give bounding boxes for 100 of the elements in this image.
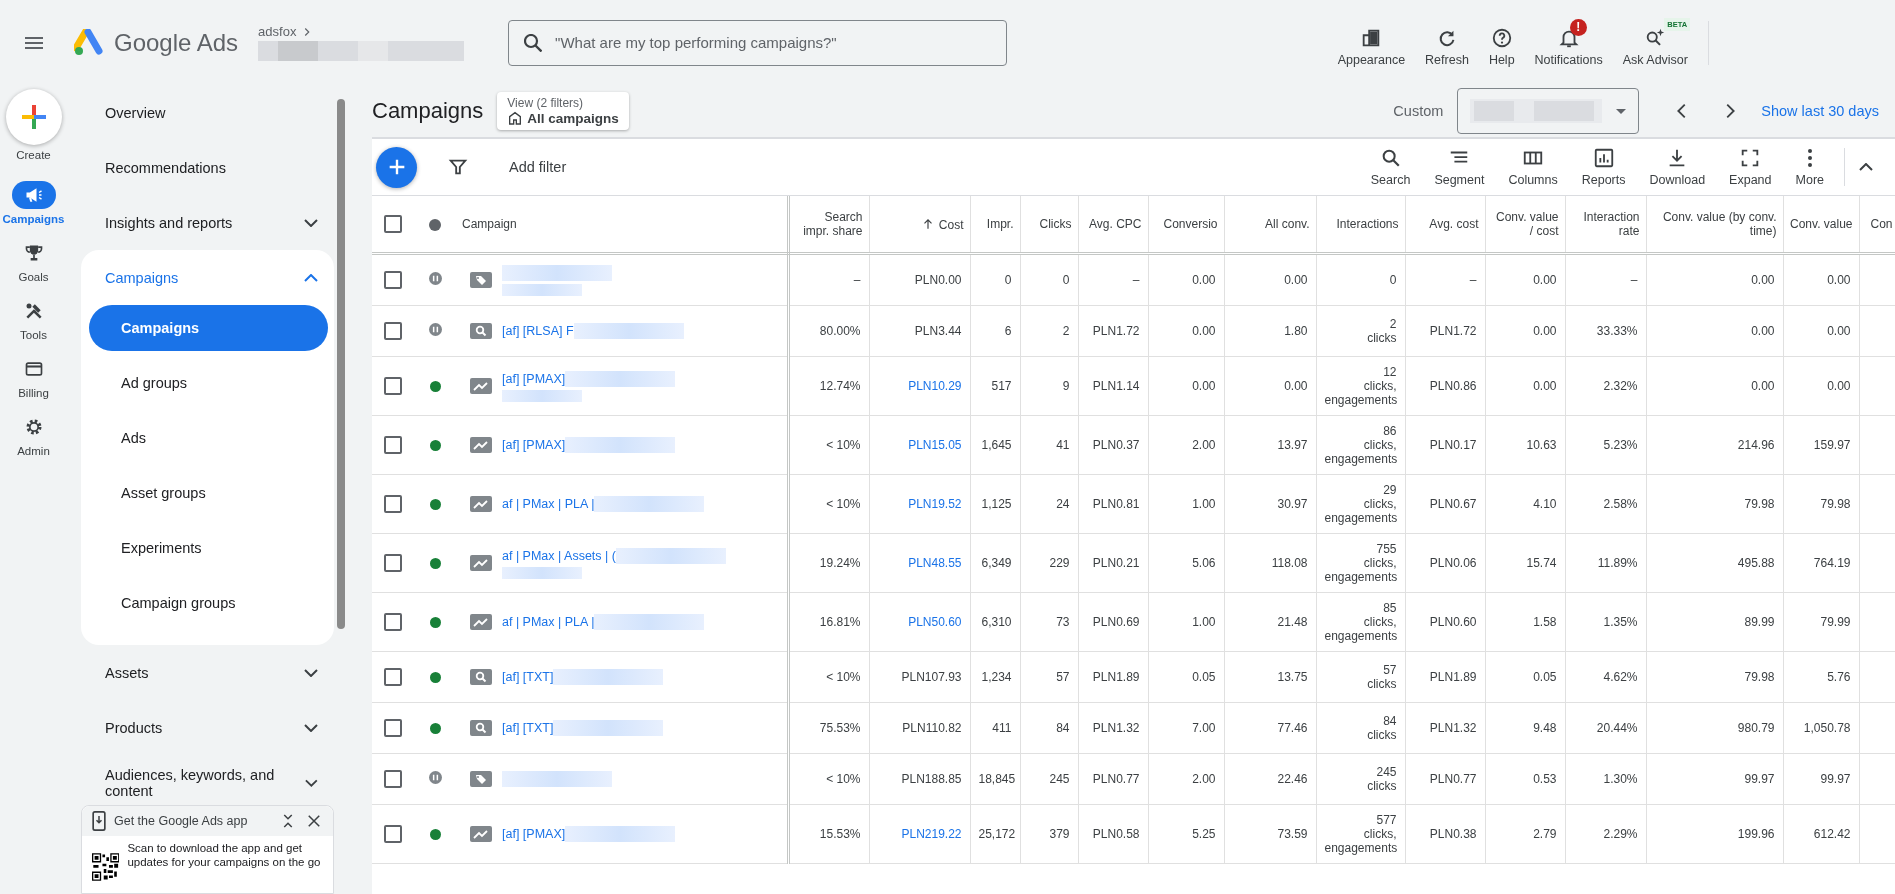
- add-button[interactable]: [376, 146, 417, 188]
- campaign-link[interactable]: [af] [RLSA] F: [502, 324, 574, 338]
- column-header[interactable]: Conv. value: [1783, 196, 1859, 254]
- column-header[interactable]: Con: [1859, 196, 1895, 254]
- rail-item[interactable]: Goals: [11, 239, 56, 283]
- table-cell: 0.53: [1485, 753, 1565, 805]
- table-cell: –: [1078, 253, 1148, 306]
- table-cell: 0.00: [1485, 305, 1565, 357]
- add-filter-field[interactable]: Add filter: [509, 159, 567, 175]
- checkbox[interactable]: [384, 770, 402, 788]
- nav-item[interactable]: Overview: [81, 85, 334, 140]
- cost-link[interactable]: PLN48.55: [869, 533, 970, 593]
- column-header[interactable]: Search impr. share: [788, 196, 869, 254]
- table-cell: PLN0.21: [1078, 533, 1148, 593]
- nav-group[interactable]: Audiences, keywords, and content: [81, 755, 334, 805]
- table-cell: 0.00: [1148, 356, 1224, 416]
- column-header[interactable]: Campaign: [456, 196, 788, 254]
- column-header[interactable]: Avg. cost: [1405, 196, 1485, 254]
- table-cell: 2.32%: [1565, 356, 1646, 416]
- checkbox[interactable]: [384, 825, 402, 843]
- checkbox[interactable]: [384, 613, 402, 631]
- toolbar-button[interactable]: Appearance: [1329, 16, 1414, 69]
- table-cell: 5.06: [1148, 533, 1224, 593]
- column-header[interactable]: Conv. value (by conv. time): [1646, 196, 1783, 254]
- table-cell: –: [1405, 253, 1485, 306]
- table-cell: < 10%: [788, 415, 869, 475]
- cost-link[interactable]: PLN19.52: [869, 474, 970, 534]
- nav-subitem[interactable]: Ad groups: [89, 360, 328, 406]
- chevron-down-icon: [304, 723, 318, 732]
- trend-icon: [470, 555, 492, 571]
- campaign-link[interactable]: af | PMax | PLA |: [502, 615, 595, 629]
- toolbar-button[interactable]: Reports: [1569, 147, 1638, 187]
- nav-group[interactable]: Assets: [81, 645, 334, 700]
- table-cell: 0.00: [1783, 305, 1859, 357]
- checkbox[interactable]: [384, 719, 402, 737]
- checkbox[interactable]: [384, 215, 402, 233]
- column-header[interactable]: Conversio: [1148, 196, 1224, 254]
- cost-link[interactable]: PLN219.22: [869, 804, 970, 864]
- close-icon[interactable]: [305, 812, 323, 830]
- toolbar-button[interactable]: Columns: [1496, 147, 1570, 187]
- table-cell: PLN1.14: [1078, 356, 1148, 416]
- nav-group[interactable]: Products: [81, 700, 334, 755]
- campaign-link[interactable]: [af] [PMAX]: [502, 827, 566, 841]
- view-selector[interactable]: View (2 filters) All campaigns: [497, 92, 629, 130]
- nav-item[interactable]: Recommendations: [81, 140, 334, 195]
- column-header[interactable]: Cost: [869, 196, 970, 254]
- toolbar-button[interactable]: Refresh: [1417, 16, 1477, 69]
- cost-link[interactable]: PLN15.05: [869, 415, 970, 475]
- checkbox[interactable]: [384, 322, 402, 340]
- column-header[interactable]: Conv. value / cost: [1485, 196, 1565, 254]
- table-cell: 16.81%: [788, 592, 869, 652]
- campaign-link[interactable]: [af] [PMAX]: [502, 371, 566, 386]
- trend-icon: [470, 496, 492, 512]
- account-name[interactable]: adsfox: [258, 24, 297, 39]
- column-header[interactable]: All conv.: [1224, 196, 1316, 254]
- collapse-icon[interactable]: [1859, 163, 1873, 171]
- checkbox[interactable]: [384, 554, 402, 572]
- campaign-link[interactable]: af | PMax | PLA |: [502, 497, 595, 511]
- toolbar-button[interactable]: ! Notifications: [1526, 16, 1611, 69]
- checkbox[interactable]: [384, 377, 402, 395]
- cost-link[interactable]: PLN50.60: [869, 592, 970, 652]
- column-header[interactable]: Interaction rate: [1565, 196, 1646, 254]
- column-header[interactable]: Interactions: [1316, 196, 1405, 254]
- rail-item[interactable]: Admin: [11, 413, 56, 457]
- campaign-link[interactable]: [af] [TXT]: [502, 670, 554, 684]
- toolbar-button[interactable]: Segment: [1422, 147, 1497, 187]
- cost-link[interactable]: PLN10.29: [869, 356, 970, 416]
- table-cell: 118.08: [1224, 533, 1316, 593]
- toolbar-button[interactable]: Expand: [1717, 147, 1784, 187]
- campaign-link[interactable]: [af] [TXT]: [502, 721, 554, 735]
- toolbar-button[interactable]: Download: [1637, 147, 1718, 187]
- show-last-30-days-link[interactable]: Show last 30 days: [1761, 103, 1879, 119]
- nav-subitem[interactable]: Campaign groups: [89, 580, 328, 626]
- rail-item[interactable]: Tools: [11, 297, 56, 341]
- table-cell: 99.97: [1783, 753, 1859, 805]
- checkbox[interactable]: [384, 271, 402, 289]
- rail-item[interactable]: Campaigns: [2, 181, 65, 225]
- column-header[interactable]: Avg. CPC: [1078, 196, 1148, 254]
- nav-subitem[interactable]: Ads: [89, 415, 328, 461]
- column-header[interactable]: Impr.: [970, 196, 1020, 254]
- nav-group[interactable]: Campaigns: [81, 250, 334, 305]
- nav-group[interactable]: Insights and reports: [81, 195, 334, 250]
- nav-subitem[interactable]: Asset groups: [89, 470, 328, 516]
- phone-download-icon: [92, 811, 106, 831]
- nav-subitem[interactable]: Experiments: [89, 525, 328, 571]
- checkbox[interactable]: [384, 668, 402, 686]
- toolbar-button[interactable]: More: [1783, 147, 1836, 187]
- date-range-dropdown[interactable]: [1457, 88, 1640, 134]
- search-field[interactable]: "What are my top performing campaigns?": [508, 19, 1008, 66]
- checkbox[interactable]: [384, 436, 402, 454]
- toolbar-button[interactable]: Help: [1480, 16, 1523, 69]
- campaign-link[interactable]: af | PMax | Assets | (: [502, 548, 616, 563]
- table-cell: 0.05: [1148, 651, 1224, 703]
- rail-item[interactable]: Billing: [11, 355, 56, 399]
- column-header[interactable]: Clicks: [1020, 196, 1078, 254]
- toolbar-button[interactable]: Search: [1358, 147, 1423, 187]
- nav-subitem[interactable]: Campaigns: [89, 305, 328, 351]
- checkbox[interactable]: [384, 495, 402, 513]
- table-cell: 33.33%: [1565, 305, 1646, 357]
- campaign-link[interactable]: [af] [PMAX]: [502, 438, 566, 452]
